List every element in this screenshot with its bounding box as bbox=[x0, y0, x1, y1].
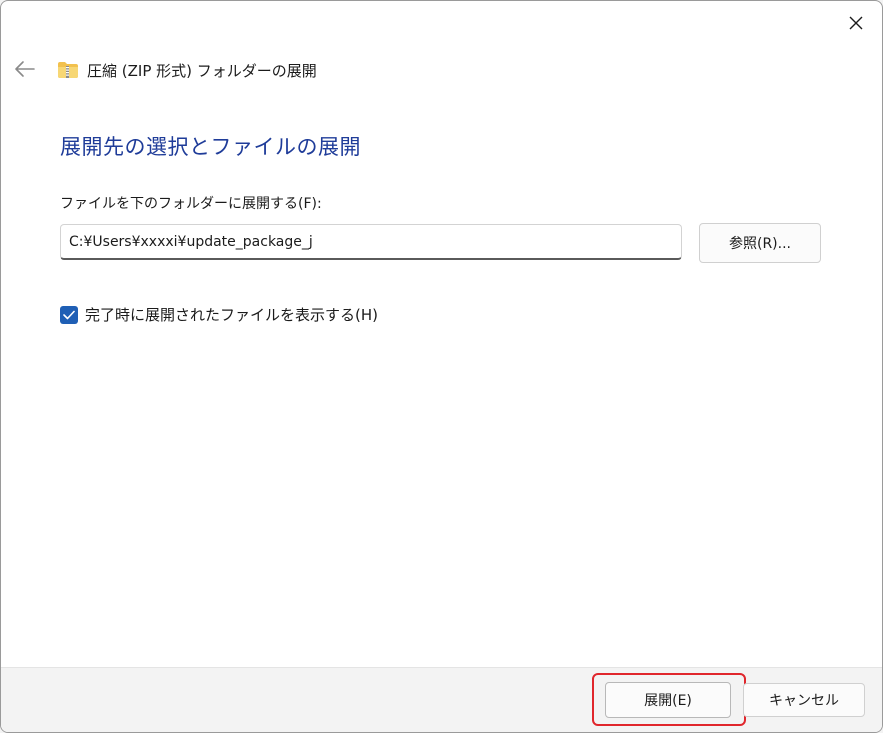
close-button[interactable] bbox=[831, 3, 881, 43]
page-heading: 展開先の選択とファイルの展開 bbox=[60, 135, 361, 159]
zip-folder-icon bbox=[58, 62, 78, 78]
close-icon bbox=[849, 16, 863, 30]
dialog-title: 圧縮 (ZIP 形式) フォルダーの展開 bbox=[87, 61, 317, 80]
extract-button[interactable]: 展開(E) bbox=[605, 682, 731, 718]
show-files-checkbox-label: 完了時に展開されたファイルを表示する(H) bbox=[85, 306, 378, 324]
dialog-footer: 展開(E) キャンセル bbox=[1, 667, 882, 732]
dialog-title-area: 圧縮 (ZIP 形式) フォルダーの展開 bbox=[57, 57, 317, 83]
checkmark-icon bbox=[63, 310, 75, 319]
cancel-button[interactable]: キャンセル bbox=[743, 683, 865, 717]
back-button[interactable] bbox=[9, 53, 41, 85]
show-files-checkbox[interactable] bbox=[60, 305, 78, 324]
show-files-checkbox-row[interactable]: 完了時に展開されたファイルを表示する(H) bbox=[60, 304, 378, 325]
browse-button[interactable]: 参照(R)... bbox=[699, 223, 821, 263]
destination-label: ファイルを下のフォルダーに展開する(F): bbox=[60, 196, 322, 212]
back-arrow-icon bbox=[15, 61, 35, 77]
destination-path-input[interactable] bbox=[60, 224, 682, 260]
extract-dialog: 圧縮 (ZIP 形式) フォルダーの展開 展開先の選択とファイルの展開 ファイル… bbox=[0, 0, 883, 733]
